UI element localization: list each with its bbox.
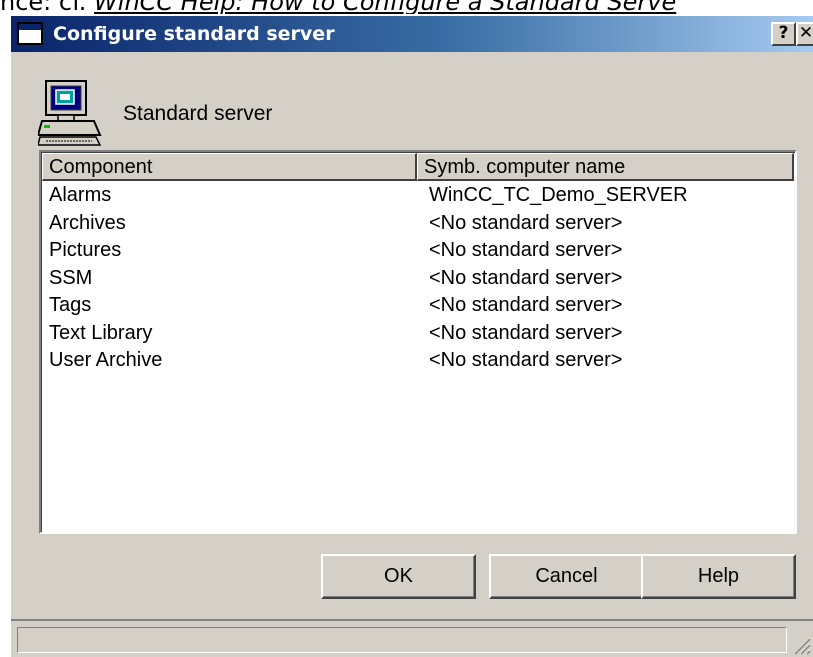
list-item[interactable]: Alarms WinCC_TC_Demo_SERVER xyxy=(49,182,789,210)
component-cell: SSM xyxy=(49,266,93,289)
resize-grip-icon[interactable] xyxy=(789,633,811,655)
standard-server-label: Standard server xyxy=(123,102,273,125)
server-cell: <No standard server> xyxy=(429,266,623,289)
component-cell: Text Library xyxy=(49,321,153,344)
server-cell: <No standard server> xyxy=(429,294,623,316)
server-cell: WinCC_TC_Demo_SERVER xyxy=(429,184,688,206)
server-cell: <No standard server> xyxy=(429,349,623,371)
server-cell: <No standard server> xyxy=(429,211,623,234)
list-item[interactable]: Pictures <No standard server> xyxy=(49,237,789,265)
window-icon xyxy=(17,22,43,45)
ok-button[interactable]: OK xyxy=(321,554,476,599)
component-cell: Tags xyxy=(49,294,92,316)
cancel-button[interactable]: Cancel xyxy=(489,554,644,599)
list-rows: Alarms WinCC_TC_Demo_SERVER Archives <No… xyxy=(49,182,789,375)
column-header-component[interactable]: Component xyxy=(42,153,417,181)
list-item[interactable]: User Archive <No standard server> xyxy=(49,347,789,375)
list-item[interactable]: Tags <No standard server> xyxy=(49,292,789,320)
context-help-button[interactable]: ? xyxy=(771,22,796,46)
list-item[interactable]: Text Library <No standard server> xyxy=(49,320,789,348)
component-cell: Alarms xyxy=(49,184,112,206)
server-computer-icon xyxy=(38,80,102,146)
component-cell: Archives xyxy=(49,211,126,234)
component-cell: Pictures xyxy=(49,239,122,261)
close-button[interactable]: ✕ xyxy=(796,22,813,46)
component-server-list[interactable]: Component Symb. computer name Alarms Win… xyxy=(39,150,797,534)
title-bar[interactable]: Configure standard server ? ✕ xyxy=(11,16,813,52)
configure-standard-server-dialog: Configure standard server ? ✕ Standard s… xyxy=(9,14,813,657)
component-cell: User Archive xyxy=(49,349,163,371)
server-cell: <No standard server> xyxy=(429,239,623,261)
list-item[interactable]: SSM <No standard server> xyxy=(49,265,789,293)
list-item[interactable]: Archives <No standard server> xyxy=(49,210,789,238)
window-title: Configure standard server xyxy=(53,23,335,45)
status-bar xyxy=(11,619,813,657)
server-cell: <No standard server> xyxy=(429,321,623,344)
column-header-symb-computer-name[interactable]: Symb. computer name xyxy=(417,153,794,181)
help-button[interactable]: Help xyxy=(641,554,796,599)
status-panel xyxy=(17,627,787,653)
